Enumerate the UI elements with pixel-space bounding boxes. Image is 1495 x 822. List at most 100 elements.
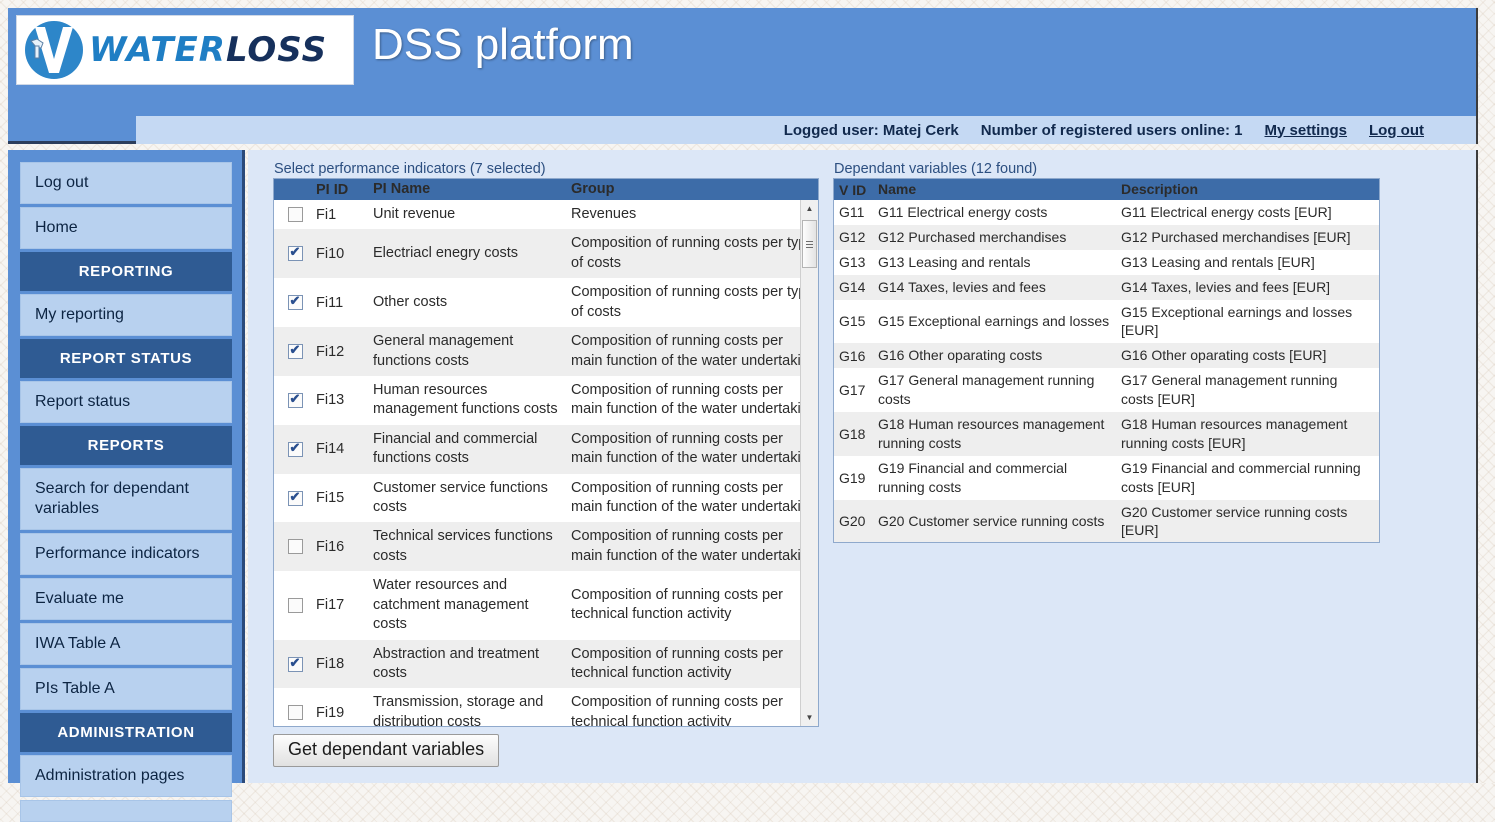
pi-row-id: Fi1 xyxy=(316,206,337,223)
pi-table-row[interactable]: Fi11 Other costs Composition of running co… xyxy=(274,278,818,328)
dv-header-name: Name xyxy=(878,181,917,198)
dv-table-row[interactable]: G11 G11 Electrical energy costs G11 Electr… xyxy=(834,200,1379,225)
pi-row-group: Composition of running costs per main fu… xyxy=(571,528,817,564)
main-content: Select performance indicators (7 selecte… xyxy=(248,150,1478,783)
dv-table-row[interactable]: G14 G14 Taxes, levies and fees G14 Taxes, … xyxy=(834,274,1379,300)
pi-table-scrollbar[interactable]: ▲ ▼ xyxy=(800,200,818,726)
sidebar-item-performance-indicators[interactable]: Performance indicators xyxy=(20,533,232,575)
checkbox-checked-icon[interactable] xyxy=(287,244,303,262)
dependant-variables-table: V ID Name Description G11 G11 Electrical … xyxy=(833,178,1380,543)
log-out-link[interactable]: Log out xyxy=(1369,122,1424,139)
dv-row-id: G20 xyxy=(839,513,866,530)
sidebar-item-evaluate-me[interactable]: Evaluate me xyxy=(20,578,232,620)
sidebar-item-report-status[interactable]: Report status xyxy=(20,381,232,423)
sidebar-item-search-for-dependant-variables[interactable]: Search for dependant variables xyxy=(20,468,232,530)
dv-row-id: G12 xyxy=(839,229,866,246)
scroll-up-arrow-icon[interactable]: ▲ xyxy=(801,200,818,217)
dv-table-row[interactable]: G20 G20 Customer service running costs G20… xyxy=(834,499,1379,542)
checkbox-unchecked-icon[interactable] xyxy=(287,597,303,613)
checkbox-unchecked-icon[interactable] xyxy=(287,539,303,555)
pi-panel-label: Select performance indicators (7 selecte… xyxy=(274,161,546,177)
dv-row-name: G20 Customer service running costs xyxy=(878,513,1105,530)
dv-row-description: G11 Electrical energy costs [EUR] xyxy=(1121,204,1332,220)
pi-row-id: Fi18 xyxy=(316,656,345,673)
pi-table-row[interactable]: Fi19 Transmission, storage and distributi… xyxy=(274,688,818,727)
logo-text-loss: LOSS xyxy=(225,30,328,70)
dv-table-row[interactable]: G16 G16 Other oparating costs G16 Other op… xyxy=(834,343,1379,369)
pi-table-row[interactable]: Fi17 Water resources and catchment manage… xyxy=(274,571,818,640)
pi-row-name: Customer service functions costs xyxy=(373,479,548,516)
pi-row-name: Water resources and catchment management… xyxy=(373,577,529,633)
checkbox-checked-icon[interactable] xyxy=(287,391,303,408)
dv-table-row[interactable]: G15 G15 Exceptional earnings and losses G1… xyxy=(834,299,1379,344)
dv-table-row[interactable]: G12 G12 Purchased merchandises G12 Purchas… xyxy=(834,224,1379,250)
pi-row-name: Transmission, storage and distribution c… xyxy=(373,694,544,727)
checkbox-unchecked-icon[interactable] xyxy=(287,207,303,223)
scroll-down-arrow-icon[interactable]: ▼ xyxy=(801,709,818,726)
pi-row-group: Revenues xyxy=(571,206,637,222)
performance-indicators-table: PI ID PI Name Group Fi1 Unit revenue Reven… xyxy=(273,178,819,727)
checkbox-checked-icon[interactable] xyxy=(287,489,303,506)
dv-row-name: G17 General management running costs xyxy=(878,372,1095,408)
dv-row-name: G14 Taxes, levies and fees xyxy=(878,278,1046,295)
waterloss-logo[interactable]: WATER LOSS xyxy=(16,15,354,85)
checkbox-checked-icon[interactable] xyxy=(287,293,303,311)
dv-panel-label: Dependant variables (12 found) xyxy=(834,161,1038,177)
pi-row-checkbox-cell xyxy=(274,655,316,672)
dv-table-row[interactable]: G13 G13 Leasing and rentals G13 Leasing an… xyxy=(834,249,1379,275)
dv-row-description: G18 Human resources management running c… xyxy=(1121,416,1348,451)
sidebar-nav: Log out Home REPORTING My reporting REPORT S… xyxy=(8,150,245,822)
waterloss-logo-icon xyxy=(23,19,85,81)
checkbox-unchecked-icon[interactable] xyxy=(287,705,303,721)
dv-table-row[interactable]: G19 G19 Financial and commercial running … xyxy=(834,455,1379,500)
pi-table-header: PI ID PI Name Group xyxy=(274,179,818,200)
scrollbar-grip-icon xyxy=(806,239,813,250)
pi-table-row[interactable]: Fi10 Electriacl enegry costs Composition o… xyxy=(274,229,818,279)
sidebar-item-iwa-table-a[interactable]: IWA Table A xyxy=(20,623,232,665)
logged-user-label: Logged user: Matej Cerk xyxy=(783,121,959,139)
checkbox-checked-icon[interactable] xyxy=(287,655,303,672)
pi-table-row[interactable]: Fi16 Technical services functions costs Co… xyxy=(274,522,818,572)
sidebar-item-home[interactable]: Home xyxy=(20,207,232,249)
checkbox-checked-icon[interactable] xyxy=(287,440,303,457)
pi-row-checkbox-cell xyxy=(274,539,316,555)
pi-table-row[interactable]: Fi1 Unit revenue Revenues xyxy=(274,200,818,230)
header-tab-block xyxy=(8,110,136,144)
pi-row-group: Composition of running costs per main fu… xyxy=(571,479,817,516)
page-title: DSS platform xyxy=(372,20,634,69)
pi-row-id: Fi13 xyxy=(316,392,345,409)
sidebar-heading-reporting: REPORTING xyxy=(20,252,232,291)
my-settings-link[interactable]: My settings xyxy=(1265,122,1348,139)
pi-table-row[interactable]: Fi15 Customer service functions costs Comp… xyxy=(274,473,818,523)
sidebar-item-administration-pages[interactable]: Administration pages xyxy=(20,755,232,797)
pi-row-checkbox-cell xyxy=(274,342,316,360)
dv-row-id: G18 xyxy=(839,425,866,442)
pi-row-id: Fi12 xyxy=(316,343,345,360)
pi-header-id: PI ID xyxy=(316,181,349,198)
sidebar-item-my-reporting[interactable]: My reporting xyxy=(20,294,232,336)
sidebar-item-blank[interactable] xyxy=(20,800,232,822)
pi-table-row[interactable]: Fi13 Human resources management functions… xyxy=(274,375,818,425)
get-dependant-variables-button[interactable]: Get dependant variables xyxy=(273,734,500,767)
pi-table-row[interactable]: Fi14 Financial and commercial functions c… xyxy=(274,424,818,474)
sidebar-item-log-out[interactable]: Log out xyxy=(20,162,232,204)
pi-table-row[interactable]: Fi12 General management functions costs Co… xyxy=(274,327,818,376)
dv-row-id: G15 xyxy=(839,313,866,330)
pi-table-row[interactable]: Fi18 Abstraction and treatment costs Compo… xyxy=(274,639,818,689)
dv-table-header: V ID Name Description xyxy=(834,179,1379,200)
dv-row-id: G19 xyxy=(839,469,866,486)
dv-table-row[interactable]: G18 G18 Human resources management runnin… xyxy=(834,412,1379,456)
sidebar-item-pis-table-a[interactable]: PIs Table A xyxy=(20,668,232,710)
pi-row-checkbox-cell xyxy=(274,705,316,721)
scrollbar-thumb[interactable] xyxy=(802,220,817,268)
dv-table-row[interactable]: G17 G17 General management running costs G… xyxy=(834,368,1379,413)
dv-row-name: G18 Human resources management running c… xyxy=(878,416,1105,451)
dv-row-description: G16 Other oparating costs [EUR] xyxy=(1121,347,1327,364)
users-online-label: Number of registered users online: 1 xyxy=(980,121,1243,139)
pi-row-id: Fi17 xyxy=(316,597,345,614)
dv-row-name: G11 Electrical energy costs xyxy=(878,204,1048,220)
checkbox-checked-icon[interactable] xyxy=(287,342,303,360)
dv-row-id: G16 xyxy=(839,347,866,364)
sidebar-heading-report-status: REPORT STATUS xyxy=(20,339,232,378)
dv-row-id: G11 xyxy=(839,204,865,221)
